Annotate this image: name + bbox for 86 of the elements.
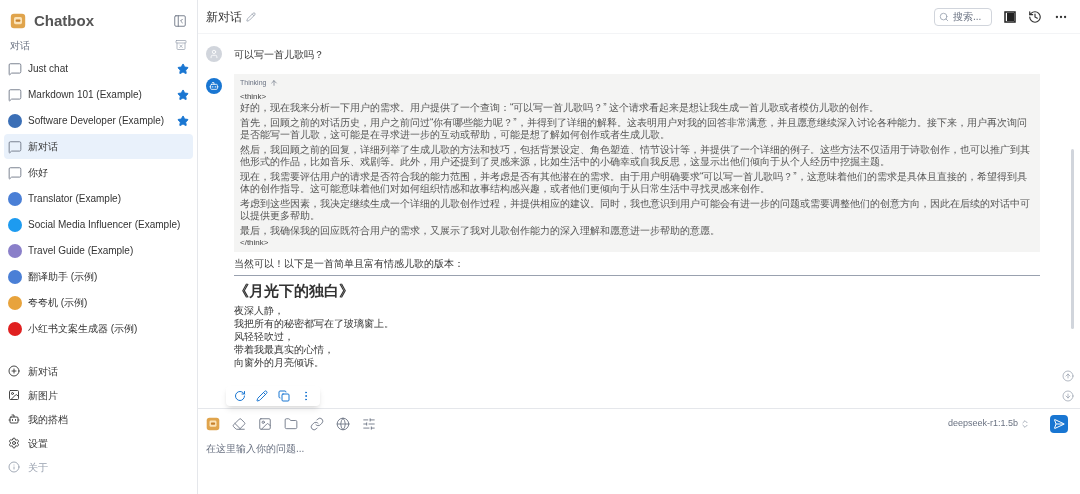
conversation-item[interactable]: Social Media Influencer (Example) — [4, 212, 193, 237]
send-icon — [1053, 418, 1065, 430]
assistant-avatar — [206, 78, 222, 94]
model-selector[interactable]: deepseek-r1:1.5b — [947, 417, 1030, 431]
section-label: 对话 — [10, 38, 31, 53]
link-icon[interactable] — [310, 417, 324, 431]
poem-line: 我把所有的秘密都写在了玻璃窗上。 — [234, 317, 395, 330]
conversation-item[interactable]: Travel Guide (Example) — [4, 238, 193, 263]
poem-line: 夜深人静， — [234, 304, 285, 317]
user-message: 可以写一首儿歌吗？ — [234, 47, 324, 62]
thinking-paragraph: 现在，我需要评估用户的请求是否符合我的能力范围，并考虑是否有其他潜在的需求。由于用户明确要求“可以写一首儿歌吗？”，这意味着他们的需求是具体且直接的，希望得到具体的创作指导。这可能意味着他们对如何组织情感和故事结构感兴趣，或者他们更倾向于从日常生活中寻找灵感来创作。 — [240, 170, 1028, 195]
eraser-icon[interactable] — [232, 417, 246, 431]
poem-line: 向窗外的月亮倾诉。 — [234, 356, 325, 369]
poem-line: 风轻轻吹过， — [234, 330, 295, 343]
thinking-paragraph: 最后，我确保我的回应既符合用户的需求，又展示了我对儿歌创作能力的深入理解和愿意进一步帮助的意愿。 — [240, 224, 721, 237]
conversation-title: Software Developer (Example) — [28, 114, 166, 128]
conversation-item[interactable]: Translator (Example) — [4, 186, 193, 211]
poem-title: 《月光下的独白》 — [234, 280, 355, 301]
conversation-title: 你好 — [28, 166, 49, 180]
search-icon — [939, 11, 949, 22]
thinking-paragraph: 考虑到这些因素，我决定继续生成一个详细的儿歌创作过程，并提供相应的建议。同时，我也意识到用户可能会有进一步的问题或需要调整他们的创意方向，因此在后续的对话中可以提供更多帮助。 — [240, 197, 1031, 222]
sliders-icon[interactable] — [362, 417, 376, 431]
think-tag: </think> — [240, 236, 1034, 248]
conversation-item[interactable]: Just chat — [4, 56, 193, 81]
regenerate-icon[interactable] — [234, 390, 246, 402]
send-button[interactable] — [1050, 415, 1068, 433]
plus-circle-icon — [8, 365, 20, 377]
search-field[interactable]: 搜索... — [934, 7, 992, 26]
clear-icon[interactable] — [175, 39, 187, 51]
think-tag: <think> — [240, 90, 1034, 102]
conversation-title: 小红书文案生成器 (示例) — [28, 322, 139, 336]
chat-bubble-icon — [8, 87, 22, 102]
globe-icon[interactable] — [336, 417, 350, 431]
half-square-icon[interactable] — [1004, 10, 1016, 23]
app-logo-icon — [206, 417, 220, 431]
conversation-item[interactable]: Markdown 101 (Example) — [4, 82, 193, 107]
up-down-chevron-icon — [1020, 419, 1030, 429]
conversation-title: Just chat — [28, 62, 70, 76]
app-logo-icon — [10, 13, 26, 29]
poem-line: 带着我最真实的心情， — [234, 343, 335, 356]
conversation-item[interactable]: 新对话 — [4, 134, 193, 159]
star-icon[interactable] — [177, 114, 189, 127]
app-name: Chatbox — [34, 10, 95, 31]
conversation-item[interactable]: 翻译助手 (示例) — [4, 264, 193, 289]
user-avatar — [206, 46, 222, 62]
arrow-up-icon[interactable] — [270, 79, 279, 88]
menu-item[interactable]: 新对话 — [8, 360, 189, 382]
conversation-title: 新对话 — [28, 140, 59, 154]
conversation-title: Markdown 101 (Example) — [28, 88, 143, 102]
chat-title: 新对话 — [206, 8, 242, 26]
conversation-title: Translator (Example) — [28, 192, 122, 206]
scroll-down-icon[interactable] — [1062, 390, 1074, 402]
conversation-title: 夸夸机 (示例) — [28, 296, 89, 310]
star-icon[interactable] — [177, 88, 189, 101]
search-input[interactable]: 搜索... — [953, 9, 987, 24]
message-input[interactable]: 在这里输入你的问题... — [206, 441, 1072, 481]
copy-icon[interactable] — [278, 390, 290, 402]
menu-item[interactable]: 新图片 — [8, 384, 189, 406]
star-icon[interactable] — [177, 62, 189, 75]
image-icon[interactable] — [258, 417, 272, 431]
conversation-item[interactable]: Software Developer (Example) — [4, 108, 193, 133]
thinking-paragraph: 首先，回顾之前的对话历史，用户之前问过“你有哪些能力呢？”，并得到了详细的解释。这表明用户对我的回答非常满意，并且愿意继续深入讨论各种能力。接下来，用户再次询问是否能写一首儿歌，这可能是在寻求进一步的互动或帮助，可能是想了解如何创作或者生成儿歌。 — [240, 116, 1028, 141]
thinking-paragraph: 然后，我回顾之前的回复，详细列举了生成儿歌的方法和技巧，包括背景设定、角色塑造、情节设计等，并提供了一个详细的例子。这些方法不仅适用于诗歌创作，也可以推广到其他形式的作品，比如音乐、戏剧等。此外，用户还提到了灵感来源，比如生活中的小确幸或自我反思，这显示出他们倾向于从个人经历中挖掘主题。 — [240, 143, 1031, 168]
scroll-up-icon[interactable] — [1062, 370, 1074, 382]
settings-icon — [8, 437, 20, 449]
conversation-item[interactable]: 夸夸机 (示例) — [4, 290, 193, 315]
scrollbar[interactable] — [1070, 149, 1074, 329]
chat-bubble-icon — [8, 61, 22, 76]
thinking-paragraph: 好的，现在我来分析一下用户的需求。用户提供了一个查询：“可以写一首儿歌吗？” 这个请求看起来是想让我生成一首儿歌或者模仿儿歌的创作。 — [240, 101, 881, 114]
history-icon[interactable] — [1028, 9, 1042, 24]
image-icon — [8, 389, 20, 401]
menu-item[interactable]: 我的搭档 — [8, 408, 189, 430]
folder-icon[interactable] — [284, 417, 298, 431]
conversation-title: Social Media Influencer (Example) — [28, 218, 182, 232]
chat-bubble-icon — [8, 139, 22, 154]
info-icon — [8, 461, 20, 473]
conversation-item[interactable]: 你好 — [4, 160, 193, 185]
answer-intro: 当然可以！以下是一首简单且富有情感儿歌的版本： — [234, 256, 465, 271]
menu-item[interactable]: 设置 — [8, 432, 189, 454]
collapse-sidebar-icon[interactable] — [173, 14, 187, 28]
conversation-title: Travel Guide (Example) — [28, 244, 135, 258]
chat-bubble-icon — [8, 165, 22, 180]
edit-icon[interactable] — [256, 390, 268, 402]
conversation-item[interactable]: 小红书文案生成器 (示例) — [4, 316, 193, 341]
conversation-title: 翻译助手 (示例) — [28, 270, 99, 284]
robot-icon — [8, 413, 20, 425]
